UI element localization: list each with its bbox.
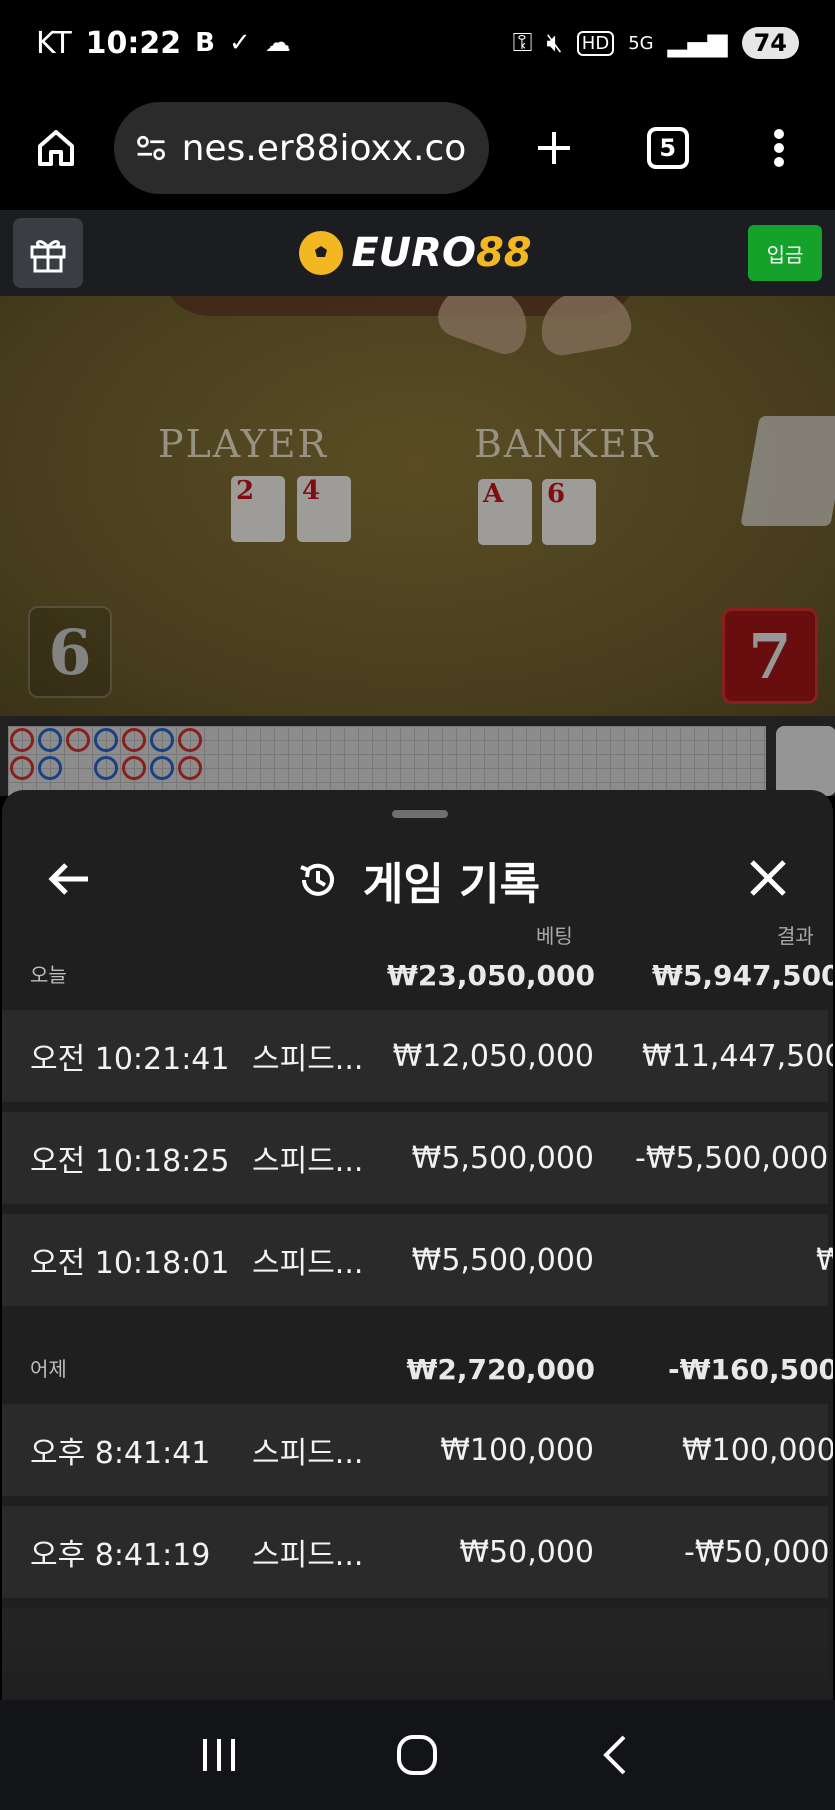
clock: 10:22 (85, 25, 182, 61)
history-row[interactable]: 오전 10:18:01 스피드... ₩5,500,000 ₩0 (2, 1214, 833, 1306)
group-bet-total: ₩23,050,000 (386, 959, 595, 992)
row-game: 스피드... (252, 1538, 364, 1573)
soccer-ball-icon (299, 231, 344, 275)
battery-indicator: 74 (741, 27, 799, 59)
group-label: 어제 (30, 1357, 67, 1381)
sheet-title: 게임 기록 (2, 830, 833, 930)
sheet-drag-handle[interactable] (392, 810, 448, 818)
row-result: ₩100,000 (682, 1432, 833, 1468)
row-result: -₩50,000 (684, 1534, 830, 1570)
sheet-title-text: 게임 기록 (362, 859, 541, 910)
row-bet: ₩100,000 (440, 1432, 594, 1468)
site-logo[interactable]: EURO 88 (299, 230, 532, 276)
game-history-sheet: 게임 기록 베팅 결과 오늘 ₩23,050,000 ₩5,947,500 오전… (2, 790, 833, 1700)
row-time: 오전 10:18:01 (30, 1246, 230, 1281)
plus-icon (538, 132, 571, 164)
url-text: nes.er88ioxx.com (181, 127, 469, 169)
more-vert-icon (774, 129, 785, 167)
dim-overlay[interactable] (0, 296, 835, 796)
close-icon (750, 860, 786, 896)
notification-app-icon: ✓ (229, 28, 251, 58)
group-label: 오늘 (30, 963, 67, 987)
row-bet: ₩5,500,000 (411, 1140, 594, 1176)
back-button[interactable] (44, 854, 94, 904)
row-time: 오후 8:41:41 (30, 1436, 211, 1471)
row-game: 스피드... (252, 1436, 364, 1471)
logo-number: 88 (475, 230, 532, 276)
status-bar: KT 10:22 B ✓ ☁ ⚿ 🔇︎ HD 5G ▂▄▆ 74 (0, 0, 835, 86)
site-header: EURO 88 입금 (0, 210, 835, 296)
row-bet: ₩12,050,000 (392, 1038, 594, 1074)
cloud-icon: ☁ (264, 28, 291, 58)
gift-button[interactable] (13, 218, 83, 288)
group-bet-total: ₩2,720,000 (406, 1353, 595, 1386)
carrier-label: KT (36, 25, 72, 61)
home-button[interactable] (28, 120, 84, 176)
group-result-total: ₩5,947,500 (652, 959, 833, 992)
recents-icon (203, 1739, 236, 1771)
system-nav-bar (0, 1700, 835, 1810)
row-result: ₩0 (816, 1242, 833, 1278)
history-row[interactable]: 오전 10:18:25 스피드... ₩5,500,000 -₩5,500,00… (2, 1112, 828, 1204)
row-time: 오전 10:21:41 (30, 1042, 230, 1077)
row-bet: ₩5,500,000 (411, 1242, 594, 1278)
list-fade (2, 1630, 833, 1700)
home-icon (37, 130, 74, 166)
deposit-button[interactable]: 입금 (748, 225, 822, 281)
row-time: 오전 10:18:25 (30, 1144, 230, 1179)
hd-icon: HD (576, 30, 615, 56)
tab-switcher-button[interactable]: 5 (640, 120, 696, 176)
tab-count: 5 (646, 127, 689, 169)
row-result: ₩11,447,500 (642, 1038, 833, 1074)
browser-menu-button[interactable] (752, 120, 808, 176)
sheet-header: 게임 기록 (2, 830, 833, 930)
recents-button[interactable] (189, 1725, 249, 1785)
history-row[interactable]: 오전 10:21:41 스피드... ₩12,050,000 ₩11,447,5… (2, 1010, 833, 1102)
chevron-left-icon (602, 1735, 626, 1775)
row-game: 스피드... (252, 1144, 364, 1179)
row-bet: ₩50,000 (459, 1534, 594, 1570)
row-time: 오후 8:41:19 (30, 1538, 211, 1573)
gift-icon (30, 240, 66, 273)
home-nav-button[interactable] (387, 1725, 447, 1785)
group-header-yesterday: 어제 ₩2,720,000 -₩160,500 (2, 1334, 833, 1394)
5g-icon: 5G (628, 32, 654, 54)
history-row[interactable]: 오후 8:41:41 스피드... ₩100,000 ₩100,000 (2, 1404, 833, 1496)
back-nav-button[interactable] (586, 1725, 646, 1785)
page: KT 10:22 B ✓ ☁ ⚿ 🔇︎ HD 5G ▂▄▆ 74 nes.er8… (0, 0, 835, 1810)
browser-toolbar: nes.er88ioxx.com 5 (0, 86, 835, 210)
address-bar[interactable]: nes.er88ioxx.com (113, 102, 489, 194)
row-result: -₩5,500,000 (635, 1140, 829, 1176)
home-circle-icon (397, 1735, 438, 1775)
arrow-left-icon (48, 863, 88, 895)
logo-text: EURO (351, 230, 476, 276)
history-icon (300, 863, 334, 896)
site-settings-icon[interactable] (134, 129, 168, 167)
group-header-today: 오늘 ₩23,050,000 ₩5,947,500 (2, 940, 833, 1000)
new-tab-button[interactable] (527, 120, 583, 176)
history-row[interactable]: 오후 8:41:19 스피드... ₩50,000 -₩50,000 (2, 1506, 830, 1598)
notification-b-icon: B (195, 28, 215, 58)
mute-icon: 🔇︎ (546, 27, 563, 58)
signal-icon: ▂▄▆ (667, 28, 728, 58)
vpn-key-icon: ⚿ (512, 27, 533, 58)
close-button[interactable] (744, 854, 792, 902)
row-game: 스피드... (252, 1246, 364, 1281)
group-result-total: -₩160,500 (668, 1353, 833, 1386)
row-game: 스피드... (252, 1042, 364, 1077)
